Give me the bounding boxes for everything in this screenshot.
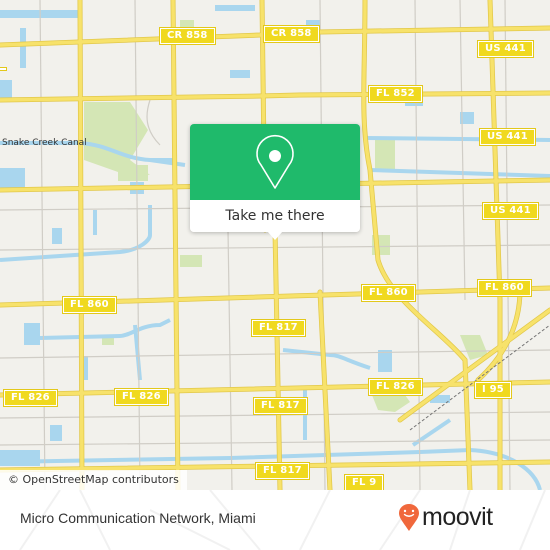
map-tiles [0, 0, 550, 490]
road-shield-fl826: FL 826 [368, 378, 423, 396]
moovit-logo[interactable]: moovit [398, 503, 493, 532]
canal [39, 318, 171, 340]
road-shield-fl860: FL 860 [62, 296, 117, 314]
minor-road [459, 0, 466, 301]
take-me-there-button[interactable]: Take me there [190, 200, 360, 232]
popup-header [190, 124, 360, 200]
road-i95 [398, 308, 550, 422]
moovit-wordmark: moovit [422, 503, 493, 531]
road-shield-fl817: FL 817 [251, 319, 306, 337]
road-shield-fl852: FL 852 [368, 85, 423, 103]
pond [50, 425, 62, 441]
road [78, 0, 84, 490]
pond [378, 350, 392, 372]
canal [0, 205, 152, 262]
park-area [84, 102, 150, 175]
pond [24, 323, 40, 345]
road-shield-us441: US 441 [482, 202, 539, 220]
park-area [375, 140, 395, 170]
location-popup: Take me there [190, 124, 360, 240]
minor-road [414, 0, 421, 490]
road-shield-fl817: FL 817 [255, 462, 310, 480]
canal [149, 158, 186, 167]
map-attribution[interactable]: © OpenStreetMap contributors [0, 470, 187, 490]
minor-road [146, 99, 161, 146]
road-fl817 [273, 228, 282, 490]
canal [20, 28, 26, 68]
park-area [118, 165, 148, 181]
place-label-snake-creek-canal: Snake Creek Canal [2, 138, 87, 148]
canal [369, 168, 550, 178]
minor-road [227, 229, 233, 490]
road-shield-i95: I 95 [474, 381, 512, 399]
pond [52, 228, 62, 244]
pond [0, 80, 12, 98]
road-shield-cr858: CR 858 [159, 27, 216, 45]
road-shield-fl826: FL 826 [114, 388, 169, 406]
park-area [180, 255, 202, 267]
road-shield-fl860: FL 860 [477, 279, 532, 297]
map-pin-icon [256, 134, 294, 189]
road-shield-us441: US 441 [479, 128, 536, 146]
road-shield-partial [0, 67, 7, 71]
moovit-pin-icon [399, 503, 419, 531]
pond [215, 5, 255, 11]
pond [0, 168, 25, 190]
place-title: Micro Communication Network, Miami [20, 510, 256, 526]
road-shield-us441: US 441 [477, 40, 534, 58]
footer: Micro Communication Network, Miami moovi… [0, 490, 550, 550]
minor-road [39, 0, 46, 490]
road-shield-fl826: FL 826 [3, 389, 58, 407]
map-canvas[interactable]: CR 858 CR 858 US 441 US 441 US 441 FL 85… [0, 0, 550, 490]
road-shield-fl860: FL 860 [361, 284, 416, 302]
road-shield-cr858: CR 858 [263, 25, 320, 43]
popup-pointer [267, 231, 283, 240]
road-shield-fl817: FL 817 [253, 397, 308, 415]
pond [230, 70, 250, 78]
road-shield-fl9: FL 9 [343, 474, 385, 490]
